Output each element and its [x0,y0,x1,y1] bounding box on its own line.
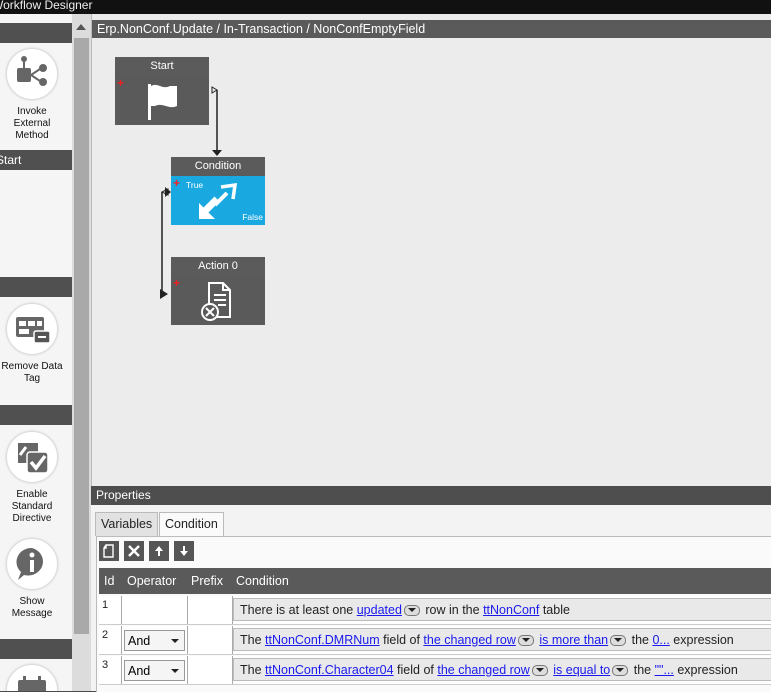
chevron-down-icon [171,669,179,673]
toolbox-group-header[interactable] [0,639,72,659]
dropdown-arrow-icon[interactable] [531,665,548,677]
condition-grid-header: Id Operator Prefix Condition [99,568,771,594]
tool-schedule[interactable] [0,664,64,691]
node-action-0[interactable]: Action 0 + [171,257,265,325]
column-header-condition[interactable]: Condition [236,574,289,588]
column-header-prefix[interactable]: Prefix [191,574,223,588]
node-start[interactable]: Start + [115,57,209,125]
row-id: 1 [99,596,122,624]
tool-label: Show Message [11,596,53,619]
row-id: 2 [99,626,122,654]
row-prefix-cell[interactable] [188,596,233,624]
row-operator-cell[interactable] [123,596,188,624]
arrow-down-icon [180,546,188,556]
toolbox-group-header[interactable] [0,277,72,297]
column-header-operator[interactable]: Operator [127,574,176,588]
table-row[interactable]: 1 There is at least one updated row in t… [99,596,771,625]
show-message-icon [6,538,58,590]
scroll-up-arrow-icon[interactable] [76,24,86,30]
false-branch-label: False [242,212,263,222]
window-title-bar: Workflow Designer [0,0,771,14]
window-title: Workflow Designer [0,0,93,12]
condition-link[interactable]: updated [357,603,402,617]
properties-title: Properties [91,486,771,505]
condition-link[interactable]: is equal to [553,663,610,677]
column-header-id[interactable]: Id [104,574,114,588]
row-prefix-cell[interactable] [188,656,233,684]
toolbox-scrollbar[interactable] [72,14,91,691]
new-condition-button[interactable] [99,541,119,561]
chevron-down-icon [171,639,179,643]
condition-link[interactable]: is more than [539,633,608,647]
tool-show-message[interactable]: Show Message [0,538,64,620]
breadcrumb: Erp.NonConf.Update / In-Transaction / No… [92,20,771,38]
invoke-external-method-icon [6,48,58,100]
row-operator-cell[interactable]: And [123,626,188,654]
calendar-icon [6,664,58,691]
node-title: Action 0 [171,257,265,276]
action-icon [201,281,231,321]
add-connection-plus-icon[interactable]: + [173,277,180,289]
dropdown-arrow-icon[interactable] [403,605,420,617]
workflow-designer: Erp.NonConf.Update / In-Transaction / No… [91,14,771,486]
condition-link[interactable]: 0... [652,633,669,647]
node-title: Start [115,57,209,76]
operator-select[interactable]: And [124,630,185,651]
row-operator-cell[interactable]: And [123,656,188,684]
dropdown-arrow-icon[interactable] [517,635,534,647]
condition-link[interactable]: ttNonConf.Character04 [265,663,394,677]
delete-x-icon [128,545,140,557]
condition-link[interactable]: ""... [655,663,674,677]
row-condition[interactable]: There is at least one updated row in the… [233,598,771,621]
tab-variables[interactable]: Variables [95,512,159,536]
arrow-up-icon [155,546,163,556]
tool-label: Remove Data Tag [1,361,63,384]
tool-label: Invoke External Method [13,106,51,141]
condition-link[interactable]: ttNonConf [483,603,539,617]
tool-enable-standard-directive[interactable]: Enable Standard Directive [0,431,64,525]
properties-panel: Properties Variables Condition Id Operat… [91,486,771,692]
tool-label: Enable Standard Directive [11,489,53,524]
tool-invoke-external-method[interactable]: Invoke External Method [0,48,64,142]
remove-data-tag-icon [6,303,58,355]
node-title: Condition [171,157,265,176]
dropdown-arrow-icon[interactable] [610,635,627,647]
row-condition[interactable]: The ttNonConf.DMRNum field of the change… [233,628,771,651]
condition-link[interactable]: the changed row [437,663,529,677]
add-connection-plus-icon[interactable]: + [173,177,180,189]
move-down-button[interactable] [174,541,194,561]
condition-panel: Id Operator Prefix Condition 1 There is … [96,536,771,692]
tool-remove-data-tag[interactable]: Remove Data Tag [0,303,64,385]
dropdown-arrow-icon[interactable] [612,665,629,677]
table-row[interactable]: 2 And The ttNonConf.DMRNum field of the … [99,626,771,655]
flag-icon [148,83,177,120]
row-prefix-cell[interactable] [188,626,233,654]
toolbox-group-header[interactable] [0,405,72,425]
scrollbar-thumb[interactable] [74,38,89,634]
new-document-icon [103,544,114,558]
condition-link[interactable]: ttNonConf.DMRNum [265,633,380,647]
operator-select[interactable]: And [124,660,185,681]
true-branch-label: True [186,180,204,190]
toolbox-panel: Invoke External Method Start Remove Data… [0,14,72,691]
condition-link[interactable]: the changed row [423,633,515,647]
row-condition[interactable]: The ttNonConf.Character04 field of the c… [233,658,771,681]
enable-standard-directive-icon [6,431,58,483]
delete-condition-button[interactable] [124,541,144,561]
node-condition[interactable]: Condition + True False [171,157,265,225]
table-row[interactable]: 3 And The ttNonConf.Character04 field of… [99,656,771,685]
design-canvas[interactable]: Start + Condition + True False Action 0 … [92,38,771,486]
tab-condition[interactable]: Condition [159,512,224,537]
move-up-button[interactable] [149,541,169,561]
toolbox-group-header-start[interactable]: Start [0,150,72,170]
add-connection-plus-icon[interactable]: + [117,77,124,89]
toolbox-group-header[interactable] [0,23,72,43]
row-id: 3 [99,656,122,684]
